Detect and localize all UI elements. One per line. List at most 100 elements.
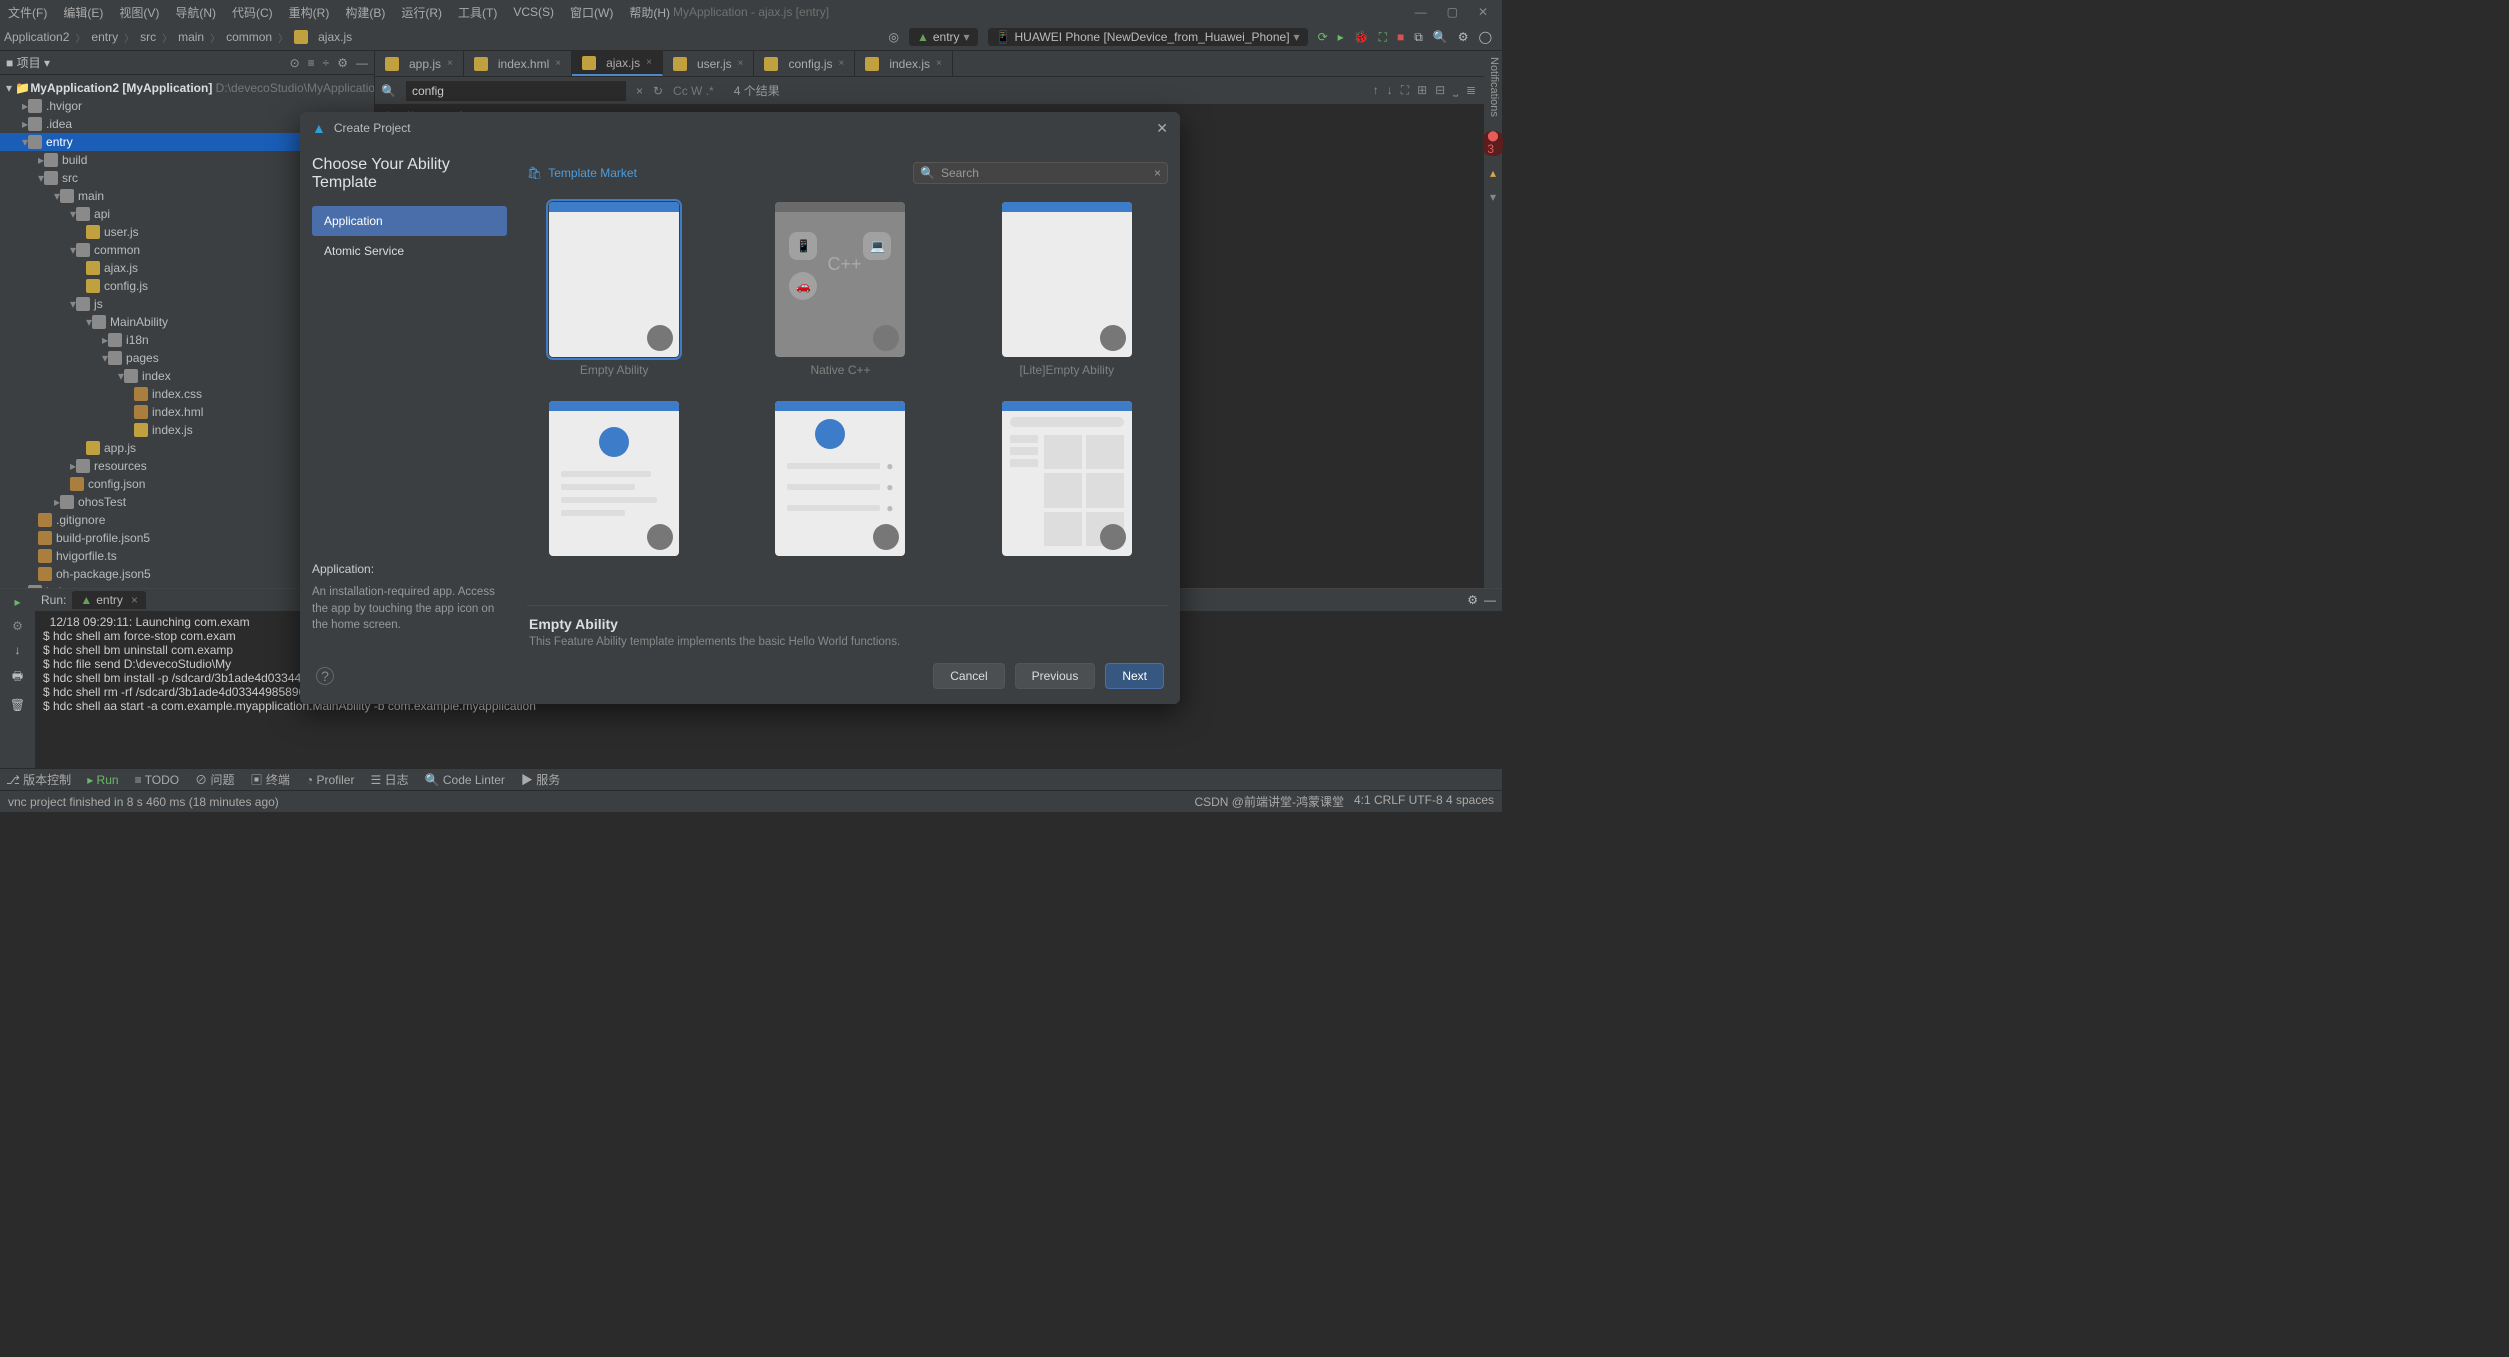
rerun-icon[interactable]: ▸ xyxy=(14,595,20,609)
tab-index.hml[interactable]: index.hml× xyxy=(464,51,572,76)
close-tab-icon[interactable]: × xyxy=(646,57,652,68)
template-Native C++[interactable]: 📱💻🚗C++Native C++ xyxy=(757,202,923,377)
down-icon[interactable]: ↓ xyxy=(15,643,21,657)
add-selection-icon[interactable]: ⊞ xyxy=(1417,83,1427,98)
previous-button[interactable]: Previous xyxy=(1015,663,1096,689)
close-tab-icon[interactable]: × xyxy=(447,58,453,69)
clear-search-icon[interactable]: × xyxy=(1154,166,1161,180)
close-tab-icon[interactable]: × xyxy=(738,58,744,69)
error-count-badge[interactable]: ⬤ 3 xyxy=(1483,131,1502,156)
deveco-icon: ▲ xyxy=(312,120,326,136)
tab-profiler[interactable]: ◔ Profiler xyxy=(306,773,355,787)
status-caret: 4:1 CRLF UTF-8 4 spaces xyxy=(1354,793,1494,810)
menu-code[interactable]: 代码(C) xyxy=(232,4,273,21)
coverage-icon[interactable]: ⛶ xyxy=(1379,30,1387,45)
prev-match-icon[interactable]: ↑ xyxy=(1373,83,1379,98)
breadcrumb-item[interactable]: main xyxy=(178,30,204,44)
panel-settings-icon[interactable]: ⚙ xyxy=(337,56,348,70)
tab-index.js[interactable]: index.js× xyxy=(855,51,953,76)
tab-ajax.js[interactable]: ajax.js× xyxy=(572,51,663,76)
notifications-tab[interactable]: Notifications xyxy=(1486,51,1502,123)
menu-build[interactable]: 构建(B) xyxy=(345,4,385,21)
maximize-button[interactable]: ▢ xyxy=(1447,5,1458,19)
collapse-all-icon[interactable]: ÷ xyxy=(323,56,330,70)
refresh-icon[interactable]: ⟳ xyxy=(1318,30,1328,44)
menu-run[interactable]: 运行(R) xyxy=(401,4,442,21)
breadcrumb-item[interactable]: common xyxy=(226,30,272,44)
tab-user.js[interactable]: user.js× xyxy=(663,51,755,76)
user-icon[interactable]: ◯ xyxy=(1479,30,1492,44)
menu-nav[interactable]: 导航(N) xyxy=(175,4,216,21)
template-detail1[interactable] xyxy=(531,401,697,562)
run-settings-icon[interactable]: ⚙ xyxy=(1467,593,1478,607)
template-detail3[interactable] xyxy=(984,401,1150,562)
menu-help[interactable]: 帮助(H) xyxy=(629,4,670,21)
project-structure-icon[interactable]: ⧉ xyxy=(1414,30,1423,45)
debug-icon[interactable]: 🐞 xyxy=(1354,30,1369,44)
tab-log[interactable]: ☰ 日志 xyxy=(370,771,408,788)
sync-icon[interactable]: ◎ xyxy=(888,30,898,44)
warning-icon[interactable]: ▴ xyxy=(1490,166,1496,180)
template-search[interactable]: 🔍 × xyxy=(913,162,1168,184)
print-icon[interactable]: 🖶 xyxy=(12,667,23,688)
expand-all-icon[interactable]: ≡ xyxy=(308,56,315,70)
select-opened-icon[interactable]: ⊙ xyxy=(290,56,300,70)
clear-find-icon[interactable]: × xyxy=(636,84,643,98)
tab-services[interactable]: ▶ 服务 xyxy=(521,771,560,788)
menu-refactor[interactable]: 重构(R) xyxy=(289,4,330,21)
template-detail2[interactable]: ●●● xyxy=(757,401,923,562)
tab-version-control[interactable]: ⎇ 版本控制 xyxy=(6,771,71,788)
search-icon[interactable]: 🔍 xyxy=(1433,30,1448,44)
run-hide-icon[interactable]: — xyxy=(1484,593,1496,607)
select-all-icon[interactable]: ⛶ xyxy=(1401,83,1409,98)
run-tab-entry[interactable]: ▲entry× xyxy=(72,591,146,609)
breadcrumb-item[interactable]: Application2 xyxy=(4,30,69,44)
breadcrumb-item[interactable]: src xyxy=(140,30,156,44)
stop-run-icon[interactable]: ⚙ xyxy=(12,619,23,633)
tab-app.js[interactable]: app.js× xyxy=(375,51,464,76)
toggle-icon[interactable]: ⎵ xyxy=(1453,83,1458,98)
menu-tools[interactable]: 工具(T) xyxy=(458,4,497,21)
next-match-icon[interactable]: ↓ xyxy=(1387,83,1393,98)
tab-terminal[interactable]: ▣ 终端 xyxy=(251,771,290,788)
close-tab-icon[interactable]: × xyxy=(555,58,561,69)
template-[Lite]Empty Ability[interactable]: [Lite]Empty Ability xyxy=(984,202,1150,377)
menu-view[interactable]: 视图(V) xyxy=(119,4,159,21)
dialog-close-button[interactable]: ✕ xyxy=(1156,120,1168,137)
find-input[interactable] xyxy=(406,81,626,101)
tab-config.js[interactable]: config.js× xyxy=(754,51,855,76)
stop-icon[interactable]: ■ xyxy=(1397,30,1404,44)
chevron-down-icon[interactable]: ▾ xyxy=(1490,190,1496,204)
minimize-button[interactable]: — xyxy=(1415,5,1427,19)
category-atomic-service[interactable]: Atomic Service xyxy=(312,236,507,266)
breadcrumb-item[interactable]: entry xyxy=(91,30,118,44)
tab-problems[interactable]: ⊘ 问题 xyxy=(195,771,234,788)
template-Empty Ability[interactable]: Empty Ability xyxy=(531,202,697,377)
close-window-button[interactable]: ✕ xyxy=(1478,5,1488,19)
help-icon[interactable]: ? xyxy=(316,667,334,685)
run-icon[interactable]: ▸ xyxy=(1338,30,1344,44)
template-market-link[interactable]: 🛍 Template Market xyxy=(527,166,637,180)
cancel-button[interactable]: Cancel xyxy=(933,663,1004,689)
remove-selection-icon[interactable]: ⊟ xyxy=(1435,83,1445,98)
tab-code-linter[interactable]: 🔍 Code Linter xyxy=(425,773,505,787)
more-icon[interactable]: ≣ xyxy=(1466,83,1476,98)
close-tab-icon[interactable]: × xyxy=(839,58,845,69)
category-application[interactable]: Application xyxy=(312,206,507,236)
device-dropdown[interactable]: 📱HUAWEI Phone [NewDevice_from_Huawei_Pho… xyxy=(988,28,1308,46)
hide-panel-icon[interactable]: — xyxy=(356,56,368,70)
tab-run[interactable]: ▸ Run xyxy=(87,773,118,787)
search-input[interactable] xyxy=(941,166,1148,180)
menu-vcs[interactable]: VCS(S) xyxy=(513,5,554,19)
settings-icon[interactable]: ⚙ xyxy=(1458,30,1469,44)
breadcrumb-item[interactable]: ajax.js xyxy=(318,30,352,44)
next-button[interactable]: Next xyxy=(1105,663,1164,689)
close-tab-icon[interactable]: × xyxy=(936,58,942,69)
tab-todo[interactable]: ≡ TODO xyxy=(135,773,180,787)
trash-icon[interactable]: 🗑 xyxy=(10,698,25,712)
run-config-dropdown[interactable]: ▲entry▾ xyxy=(909,28,978,46)
menu-window[interactable]: 窗口(W) xyxy=(570,4,613,21)
menu-edit[interactable]: 编辑(E) xyxy=(63,4,103,21)
history-icon[interactable]: ↻ xyxy=(653,84,663,98)
menu-file[interactable]: 文件(F) xyxy=(8,4,47,21)
